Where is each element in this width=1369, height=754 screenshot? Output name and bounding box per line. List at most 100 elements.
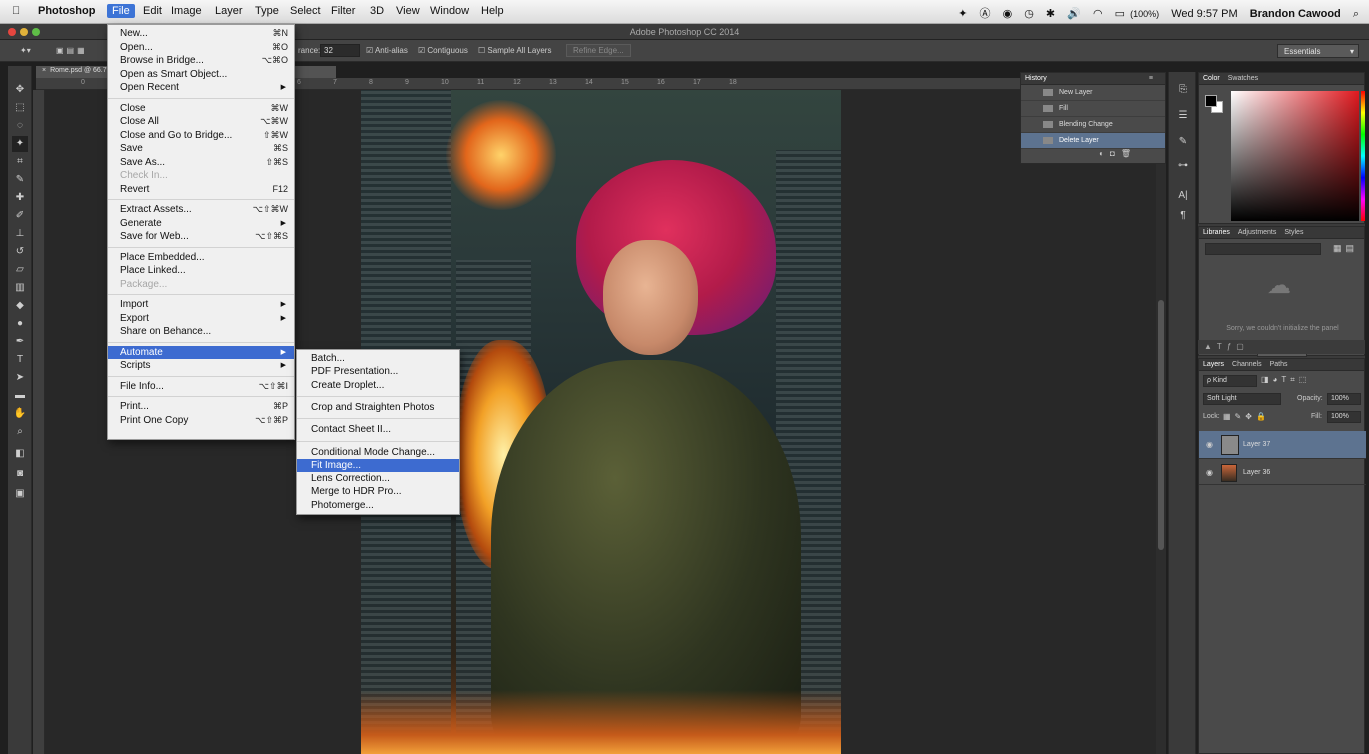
screen-mode-icon[interactable]: ▣: [12, 486, 28, 502]
magic-wand-preset-icon[interactable]: ✦▾: [20, 46, 31, 55]
layer-filter-dropdown[interactable]: ρ Kind: [1203, 375, 1257, 387]
automate-item-photomerge[interactable]: Photomerge...: [297, 499, 459, 512]
automate-item-crop-and-straighten-photos[interactable]: Crop and Straighten Photos: [297, 401, 459, 414]
path-selection-tool-icon[interactable]: ➤: [12, 370, 28, 386]
tab-swatches[interactable]: Swatches: [1228, 75, 1258, 82]
scrollbar-thumb[interactable]: [1158, 300, 1164, 550]
menu-view[interactable]: View: [396, 5, 420, 17]
layer-row[interactable]: ◉ Layer 36: [1199, 461, 1366, 485]
eraser-tool-icon[interactable]: ▱: [12, 262, 28, 278]
automate-item-merge-to-hdr-pro[interactable]: Merge to HDR Pro...: [297, 485, 459, 498]
file-menu-item-open-as-smart-object[interactable]: Open as Smart Object...: [108, 68, 294, 81]
file-menu-item-place-linked[interactable]: Place Linked...: [108, 264, 294, 277]
file-menu-item-save-for-web[interactable]: Save for Web... ⌥⇧⌘S: [108, 230, 294, 243]
file-menu-item-place-embedded[interactable]: Place Embedded...: [108, 251, 294, 264]
file-menu-item-print[interactable]: Print... ⌘P: [108, 400, 294, 413]
file-menu-item-file-info[interactable]: File Info... ⌥⇧⌘I: [108, 380, 294, 393]
bluetooth-icon[interactable]: ✱: [1046, 8, 1055, 20]
automate-item-batch[interactable]: Batch...: [297, 352, 459, 365]
file-menu-item-open[interactable]: Open... ⌘O: [108, 41, 294, 54]
file-menu-item-extract-assets[interactable]: Extract Assets... ⌥⇧⌘W: [108, 203, 294, 216]
hand-tool-icon[interactable]: ✋: [12, 406, 28, 422]
camera-icon[interactable]: ◘: [1110, 149, 1121, 158]
shape-tool-icon[interactable]: ▬: [12, 388, 28, 404]
adjustments-panel-icon[interactable]: ⊶: [1175, 158, 1191, 174]
automate-item-pdf-presentation[interactable]: PDF Presentation...: [297, 365, 459, 378]
timemachine-icon[interactable]: ◷: [1024, 8, 1034, 20]
file-menu-item-scripts[interactable]: Scripts ▶: [108, 359, 294, 372]
library-view-icons[interactable]: ▦▤: [1333, 243, 1358, 254]
menu-file[interactable]: File: [107, 4, 135, 18]
quick-mask-icon[interactable]: ◙: [12, 466, 28, 482]
lock-icons[interactable]: ▦✎✥🔒: [1223, 412, 1270, 421]
file-menu-item-share-on-behance[interactable]: Share on Behance...: [108, 325, 294, 338]
crop-tool-icon[interactable]: ⌗: [12, 154, 28, 170]
file-menu-item-generate[interactable]: Generate ▶: [108, 217, 294, 230]
lasso-tool-icon[interactable]: ◌: [12, 118, 28, 134]
wifi-icon[interactable]: ◠: [1093, 8, 1103, 20]
menu-edit[interactable]: Edit: [143, 5, 162, 17]
layer-filter-icons[interactable]: ◨◕T⌗⬚: [1261, 375, 1310, 385]
menu-3d[interactable]: 3D: [370, 5, 384, 17]
menu-select[interactable]: Select: [290, 5, 321, 17]
history-panel-icon[interactable]: ⎘: [1175, 82, 1191, 98]
brush-tool-icon[interactable]: ✐: [12, 208, 28, 224]
menu-window[interactable]: Window: [430, 5, 469, 17]
magic-wand-tool-icon[interactable]: ✦: [12, 136, 28, 152]
menu-filter[interactable]: Filter: [331, 5, 355, 17]
move-tool-icon[interactable]: ✥: [12, 82, 28, 98]
contiguous-checkbox[interactable]: ☑ Contiguous: [418, 46, 468, 55]
file-menu-item-automate[interactable]: Automate ▶: [108, 345, 294, 359]
asset-graphic-icon[interactable]: ▢: [1236, 342, 1249, 351]
close-window-icon[interactable]: [8, 28, 16, 36]
marquee-tool-icon[interactable]: ⬚: [12, 100, 28, 116]
asset-text-icon[interactable]: T: [1217, 342, 1227, 351]
history-brush-tool-icon[interactable]: ↺: [12, 244, 28, 260]
zoom-tool-icon[interactable]: ⌕: [12, 424, 28, 440]
color-picker-field[interactable]: [1231, 91, 1359, 221]
properties-panel-icon[interactable]: ☰: [1175, 108, 1191, 124]
automate-item-contact-sheet-ii[interactable]: Contact Sheet II...: [297, 423, 459, 436]
close-tab-icon[interactable]: ×: [42, 67, 46, 74]
panel-menu-icon[interactable]: ≡: [1149, 75, 1153, 82]
file-menu-item-revert[interactable]: Revert F12: [108, 183, 294, 196]
menu-type[interactable]: Type: [255, 5, 279, 17]
tab-libraries[interactable]: Libraries: [1203, 229, 1230, 236]
asset-color-icon[interactable]: ▲: [1204, 342, 1217, 351]
file-menu-item-close-and-go-to-bridge[interactable]: Close and Go to Bridge... ⇧⌘W: [108, 129, 294, 142]
healing-tool-icon[interactable]: ✚: [12, 190, 28, 206]
file-menu-item-save-as[interactable]: Save As... ⇧⌘S: [108, 156, 294, 169]
tab-styles[interactable]: Styles: [1284, 229, 1303, 236]
tolerance-input[interactable]: 32: [320, 44, 360, 57]
file-menu-item-browse-in-bridge[interactable]: Browse in Bridge... ⌥⌘O: [108, 54, 294, 67]
file-menu-item-new[interactable]: New... ⌘N: [108, 27, 294, 40]
workspace-switcher[interactable]: Essentials ▾: [1277, 44, 1359, 58]
dodge-tool-icon[interactable]: ●: [12, 316, 28, 332]
automate-item-fit-image[interactable]: Fit Image...: [297, 458, 459, 472]
tab-history[interactable]: History: [1025, 75, 1047, 82]
clock[interactable]: Wed 9:57 PM: [1171, 8, 1237, 20]
foreground-color-swatch[interactable]: [1205, 95, 1217, 107]
menu-help[interactable]: Help: [481, 5, 504, 17]
file-menu-item-close[interactable]: Close ⌘W: [108, 102, 294, 115]
sync-icon[interactable]: ◉: [1003, 8, 1013, 20]
vertical-scrollbar[interactable]: [1156, 90, 1166, 754]
character-panel-icon[interactable]: A|: [1175, 188, 1191, 204]
brush-panel-icon[interactable]: ✎: [1175, 134, 1191, 150]
adobe-icon[interactable]: Ⓐ: [980, 8, 991, 20]
zoom-window-icon[interactable]: [32, 28, 40, 36]
spotlight-icon[interactable]: ⌕: [1353, 8, 1359, 20]
asset-fx-icon[interactable]: ƒ: [1227, 342, 1236, 351]
visibility-eye-icon[interactable]: ◉: [1206, 468, 1213, 477]
tab-paths[interactable]: Paths: [1270, 361, 1288, 368]
blend-mode-select[interactable]: Soft Light: [1203, 393, 1281, 405]
history-item[interactable]: New Layer: [1021, 85, 1165, 101]
automate-item-create-droplet[interactable]: Create Droplet...: [297, 379, 459, 392]
trash-icon[interactable]: 🗑: [1121, 149, 1137, 158]
dropbox-icon[interactable]: ✦: [958, 8, 967, 20]
default-colors-icon[interactable]: ◧: [12, 446, 28, 462]
menu-layer[interactable]: Layer: [215, 5, 243, 17]
volume-icon[interactable]: 🔊: [1067, 8, 1081, 20]
app-menu[interactable]: Photoshop: [38, 5, 95, 17]
gradient-tool-icon[interactable]: ▥: [12, 280, 28, 296]
